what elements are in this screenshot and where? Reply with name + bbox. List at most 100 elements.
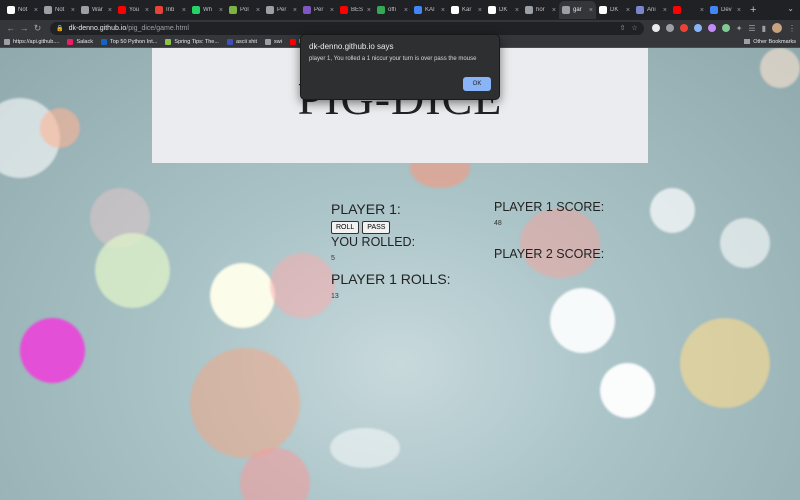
browser-tab[interactable]: Per × xyxy=(263,1,300,19)
tab-close-icon[interactable]: × xyxy=(404,7,408,14)
tab-search-icon[interactable]: ⌄ xyxy=(787,4,794,13)
browser-tab[interactable]: You × xyxy=(115,1,152,19)
tab-close-icon[interactable]: × xyxy=(700,7,704,14)
github-icon xyxy=(7,6,15,14)
browser-tab[interactable]: Per × xyxy=(300,1,337,19)
other-bookmarks[interactable]: Other Bookmarks xyxy=(744,39,796,45)
bookmark-star-icon[interactable]: ☆ xyxy=(631,24,637,32)
tab-close-icon[interactable]: × xyxy=(71,7,75,14)
extension-icon[interactable] xyxy=(651,24,660,32)
whatsapp-icon xyxy=(192,6,200,14)
tab-close-icon[interactable]: × xyxy=(182,7,186,14)
player2-score-label: PLAYER 2 SCORE: xyxy=(494,247,605,261)
browser-tab[interactable]: Ani × xyxy=(633,1,670,19)
browser-tab[interactable]: hor × xyxy=(522,1,559,19)
browser-tab[interactable]: × xyxy=(670,1,707,19)
dialog-message: player 1, You rolled a 1 niccur your tur… xyxy=(309,56,477,62)
tab-close-icon[interactable]: × xyxy=(145,7,149,14)
tab-label: Dev xyxy=(721,7,732,13)
tab-close-icon[interactable]: × xyxy=(515,7,519,14)
browser-tab[interactable]: Inb × xyxy=(152,1,189,19)
tab-label: DK xyxy=(610,7,619,13)
tab-close-icon[interactable]: × xyxy=(367,7,371,14)
puzzle-icon xyxy=(636,6,644,14)
bookmark-item[interactable]: swi xyxy=(265,38,282,45)
browser-tab[interactable]: KAI × xyxy=(411,1,448,19)
tab-close-icon[interactable]: × xyxy=(256,7,260,14)
bookmark-item[interactable]: Top 50 Python Int... xyxy=(101,38,157,45)
browser-tab[interactable]: offi × xyxy=(374,1,411,19)
browser-tab[interactable]: Kar × xyxy=(448,1,485,19)
back-icon[interactable]: ← xyxy=(4,23,17,33)
browser-tab[interactable]: Not × xyxy=(4,1,41,19)
extension-icon[interactable] xyxy=(665,24,674,32)
lock-icon: 🔒 xyxy=(56,25,64,32)
gmail-icon xyxy=(155,6,163,14)
player1-rolls-label: PLAYER 1 ROLLS: xyxy=(331,271,451,287)
b-icon xyxy=(303,6,311,14)
k-icon xyxy=(451,6,459,14)
document-icon xyxy=(81,6,89,14)
tab-label: Wh xyxy=(203,7,212,13)
url-host: dk-denno.github.io xyxy=(68,24,127,32)
bokeh-light xyxy=(330,428,400,468)
turn-controls: ROLL PASS xyxy=(331,221,391,234)
tab-label: Pol xyxy=(240,7,249,13)
new-tab-button[interactable]: + xyxy=(750,4,756,16)
tab-close-icon[interactable]: × xyxy=(737,7,741,14)
tab-close-icon[interactable]: × xyxy=(330,7,334,14)
extension-icon[interactable] xyxy=(693,24,702,32)
tab-label: Per xyxy=(314,7,324,13)
tab-close-icon[interactable]: × xyxy=(441,7,445,14)
extension-icon[interactable] xyxy=(679,24,688,32)
tab-label: Not xyxy=(18,7,28,13)
browser-tab[interactable]: Wh × xyxy=(189,1,226,19)
sheet-icon xyxy=(229,6,237,14)
bokeh-light xyxy=(190,348,300,458)
tab-close-icon[interactable]: × xyxy=(108,7,112,14)
tab-close-icon[interactable]: × xyxy=(589,7,593,14)
bokeh-light xyxy=(520,208,600,278)
bookmark-item[interactable]: Salack xyxy=(67,38,93,45)
browser-tab[interactable]: BES × xyxy=(337,1,374,19)
reading-list-icon[interactable]: ☰ xyxy=(748,24,755,33)
browser-tab[interactable]: Dev × xyxy=(707,1,744,19)
side-panel-icon[interactable]: ▮ xyxy=(762,24,766,33)
bokeh-light xyxy=(40,108,80,148)
bookmark-item[interactable]: ascii shit xyxy=(226,38,257,45)
forward-icon[interactable]: → xyxy=(17,23,30,33)
browser-tab[interactable]: gar × xyxy=(559,1,596,19)
bookmark-favicon-icon xyxy=(101,38,107,45)
tab-close-icon[interactable]: × xyxy=(552,7,556,14)
browser-tab[interactable]: Not × xyxy=(41,1,78,19)
browser-tab[interactable]: DK × xyxy=(596,1,633,19)
tab-close-icon[interactable]: × xyxy=(34,7,38,14)
bookmark-item[interactable]: https://api.github.... xyxy=(4,38,59,45)
browser-tab[interactable]: DK × xyxy=(485,1,522,19)
tab-close-icon[interactable]: × xyxy=(663,7,667,14)
browser-tab[interactable]: War × xyxy=(78,1,115,19)
ok-button[interactable]: OK xyxy=(463,77,491,91)
menu-kebab-icon[interactable]: ⋮ xyxy=(788,24,796,33)
bokeh-light xyxy=(210,263,275,328)
roll-button[interactable]: ROLL xyxy=(331,221,360,234)
bokeh-light xyxy=(270,253,335,318)
address-bar[interactable]: 🔒 dk-denno.github.io/pig_dice/game.html … xyxy=(50,21,644,35)
tab-close-icon[interactable]: × xyxy=(219,7,223,14)
puzzle-icon[interactable]: ✦ xyxy=(736,24,743,33)
tab-close-icon[interactable]: × xyxy=(626,7,630,14)
tab-label: hor xyxy=(536,7,545,13)
bookmark-item[interactable]: Spring Tips: The... xyxy=(165,38,219,45)
tab-strip: Not × Not × War × You × Inb × Wh × Pol × Per × Per × BES × o… xyxy=(0,0,800,20)
extension-icon[interactable] xyxy=(721,24,730,32)
pass-button[interactable]: PASS xyxy=(362,221,391,234)
tab-close-icon[interactable]: × xyxy=(293,7,297,14)
youtube-icon xyxy=(673,6,681,14)
extension-icon[interactable] xyxy=(707,24,716,32)
profile-avatar[interactable] xyxy=(772,23,782,33)
tab-close-icon[interactable]: × xyxy=(478,7,482,14)
github-icon xyxy=(599,6,607,14)
browser-tab[interactable]: Pol × xyxy=(226,1,263,19)
share-icon[interactable]: ⇧ xyxy=(620,24,626,32)
reload-icon[interactable]: ↻ xyxy=(31,23,44,34)
